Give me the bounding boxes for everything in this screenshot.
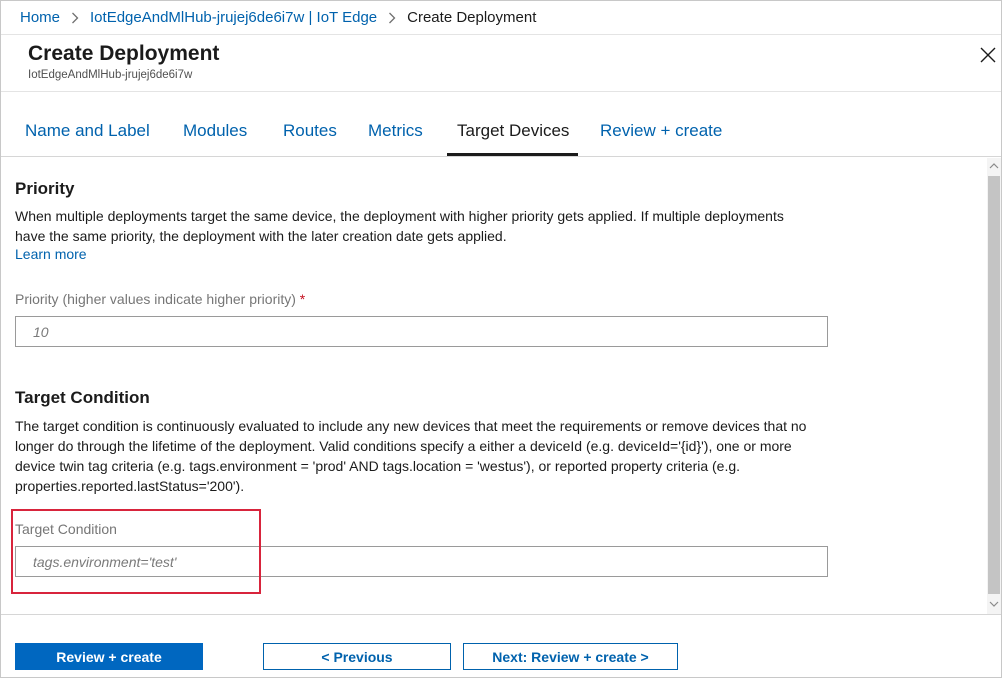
- chevron-down-icon: [989, 601, 999, 607]
- next-review-create-button[interactable]: Next: Review + create >: [463, 643, 678, 670]
- tab-target-devices[interactable]: Target Devices: [457, 121, 569, 141]
- breadcrumb-home-link[interactable]: Home: [20, 9, 60, 26]
- create-deployment-blade: Home IotEdgeAndMlHub-jrujej6de6i7w | IoT…: [0, 0, 1002, 678]
- breadcrumb-current: Create Deployment: [407, 9, 537, 26]
- vertical-scrollbar[interactable]: [987, 158, 1001, 614]
- breadcrumb-iot-edge-link[interactable]: IotEdgeAndMlHub-jrujej6de6i7w | IoT Edge: [90, 9, 377, 26]
- active-tab-indicator: [447, 153, 578, 156]
- tab-name-and-label[interactable]: Name and Label: [25, 121, 150, 141]
- footer-divider: [1, 614, 1001, 615]
- scroll-down-button[interactable]: [987, 596, 1001, 612]
- page-title: Create Deployment: [28, 42, 220, 65]
- header-divider: [1, 91, 1001, 92]
- breadcrumb: Home IotEdgeAndMlHub-jrujej6de6i7w | IoT…: [1, 1, 1001, 35]
- tab-review-create[interactable]: Review + create: [600, 121, 722, 141]
- priority-field-label: Priority (higher values indicate higher …: [15, 291, 305, 307]
- required-marker: *: [299, 291, 306, 307]
- scroll-thumb[interactable]: [988, 176, 1000, 594]
- review-create-button[interactable]: Review + create: [15, 643, 203, 670]
- blade-header: Create Deployment IotEdgeAndMlHub-jrujej…: [1, 36, 1001, 91]
- target-condition-input[interactable]: [15, 546, 828, 577]
- target-condition-heading: Target Condition: [15, 388, 150, 407]
- tab-modules[interactable]: Modules: [183, 121, 247, 141]
- chevron-right-icon: [71, 12, 79, 24]
- target-condition-field-label: Target Condition: [15, 521, 117, 537]
- priority-heading: Priority: [15, 179, 75, 198]
- priority-input[interactable]: [15, 316, 828, 347]
- close-icon: [980, 47, 996, 63]
- content-area: Priority When multiple deployments targe…: [1, 158, 987, 614]
- learn-more-link[interactable]: Learn more: [15, 246, 87, 262]
- priority-label-text: Priority (higher values indicate higher …: [15, 291, 296, 307]
- tab-routes[interactable]: Routes: [283, 121, 337, 141]
- chevron-up-icon: [989, 163, 999, 169]
- priority-description: When multiple deployments target the sam…: [15, 208, 784, 244]
- scroll-up-button[interactable]: [987, 158, 1001, 174]
- close-button[interactable]: [977, 44, 999, 66]
- target-condition-description: The target condition is continuously eva…: [15, 418, 807, 494]
- chevron-right-icon: [388, 12, 396, 24]
- tab-metrics[interactable]: Metrics: [368, 121, 423, 141]
- tab-bar: Name and Label Modules Routes Metrics Ta…: [1, 113, 1001, 157]
- page-subtitle: IotEdgeAndMlHub-jrujej6de6i7w: [28, 69, 193, 81]
- previous-button[interactable]: < Previous: [263, 643, 451, 670]
